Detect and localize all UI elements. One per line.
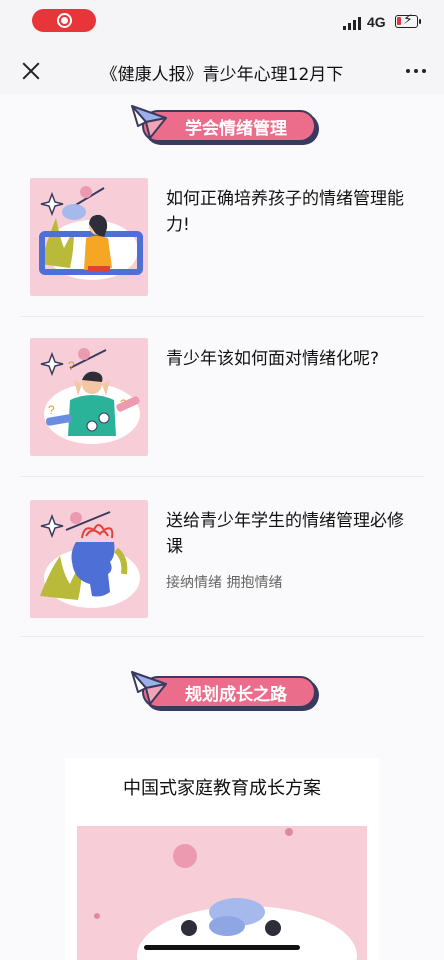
list-item-article-1[interactable]: 如何正确培养孩子的情绪管理能力! <box>30 178 414 298</box>
page-title: 《健康人报》青少年心理12月下 <box>100 65 344 85</box>
home-indicator[interactable] <box>144 945 300 950</box>
list-item-article-3[interactable]: 送给青少年学生的情绪管理必修课 接纳情绪 拥抱情绪 <box>30 500 414 620</box>
svg-text:?: ? <box>68 359 75 373</box>
plan-title: 中国式家庭教育成长方案 <box>123 778 321 799</box>
divider <box>20 636 424 637</box>
plan-card[interactable]: 中国式家庭教育成长方案 <box>65 758 379 960</box>
paper-plane-icon <box>131 105 167 139</box>
signal-icon <box>343 17 361 30</box>
article-thumbnail <box>30 500 148 618</box>
network-label: 4G <box>367 14 386 30</box>
record-icon <box>56 13 72 28</box>
article-title[interactable]: 送给青少年学生的情绪管理必修课 <box>166 508 416 560</box>
section-banner-growth: 规划成长之路 <box>128 671 320 712</box>
record-indicator[interactable] <box>32 9 96 32</box>
close-icon[interactable] <box>18 58 44 84</box>
divider <box>20 316 424 317</box>
divider <box>20 476 424 477</box>
article-title[interactable]: 如何正确培养孩子的情绪管理能力! <box>166 186 416 238</box>
status-bar: 4G ⚡ <box>0 0 444 48</box>
article-thumbnail <box>30 178 148 296</box>
article-content[interactable]: 学会情绪管理 如何正确培养孩子的情绪管理能力! ? ? 青少年该如何面对情绪化呢… <box>0 94 444 960</box>
paper-plane-icon <box>131 671 167 705</box>
article-title[interactable]: 青少年该如何面对情绪化呢? <box>166 346 416 372</box>
more-icon[interactable] <box>406 62 426 80</box>
section-banner-emotion: 学会情绪管理 <box>128 105 320 146</box>
article-tags: 接纳情绪 拥抱情绪 <box>166 575 283 591</box>
list-item-article-2[interactable]: ? ? ? 青少年该如何面对情绪化呢? <box>30 338 414 458</box>
plan-illustration <box>77 826 367 960</box>
nav-bar: 《健康人报》青少年心理12月下 <box>0 48 444 94</box>
svg-text:?: ? <box>48 403 55 417</box>
article-thumbnail: ? ? ? <box>30 338 148 456</box>
charging-bolt-icon: ⚡ <box>403 12 413 28</box>
